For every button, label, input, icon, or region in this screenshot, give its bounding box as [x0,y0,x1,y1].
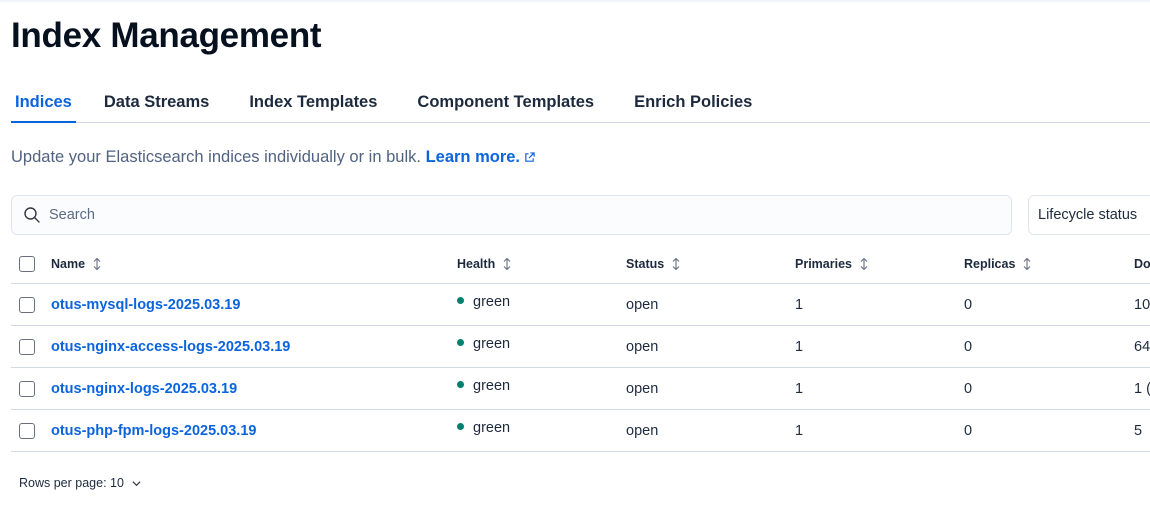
replicas-cell: 0 [964,380,973,397]
health-indicator: green [457,336,510,352]
index-name-link[interactable]: otus-nginx-logs-2025.03.19 [51,381,237,397]
column-header-health-label: Health [457,257,496,271]
external-link-icon [525,152,535,162]
primaries-cell: 1 [795,338,804,355]
column-header-replicas-label: Replicas [964,257,1016,271]
health-dot-icon [457,339,464,346]
lifecycle-status-filter[interactable]: Lifecycle status [1028,195,1150,235]
docs-cell: 5 [1134,422,1143,439]
table-header-row: Name Health Status Primaries Replicas Do [11,245,1150,284]
health-text: green [473,335,511,352]
health-text: green [473,293,511,310]
search-icon [24,207,40,223]
index-name-link[interactable]: otus-php-fpm-logs-2025.03.19 [51,423,256,439]
primaries-cell: 1 [795,296,804,313]
status-cell: open [626,296,659,313]
docs-cell: 64 [1134,338,1150,355]
tab-component-templates[interactable]: Component Templates [413,84,598,122]
column-header-status-label: Status [626,257,665,271]
index-name-link[interactable]: otus-nginx-access-logs-2025.03.19 [51,339,290,355]
page-title: Index Management [11,16,322,55]
row-checkbox[interactable] [19,338,35,355]
sort-icon [1024,257,1031,271]
search-box [11,195,1012,235]
index-name-link[interactable]: otus-mysql-logs-2025.03.19 [51,297,240,313]
row-checkbox[interactable] [19,422,35,439]
replicas-cell: 0 [964,422,973,439]
rows-per-page-selector[interactable]: Rows per page: 10 [19,476,142,490]
learn-more-link[interactable]: Learn more. [426,148,535,166]
replicas-cell: 0 [964,338,973,355]
column-header-name-label: Name [51,257,86,271]
rows-per-page-label: Rows per page: 10 [19,476,124,490]
top-border [0,0,1150,2]
health-indicator: green [457,420,510,436]
docs-cell: 10 [1134,296,1150,313]
column-header-status[interactable]: Status [626,245,682,283]
chevron-down-icon [132,480,141,486]
indices-table: Name Health Status Primaries Replicas Do… [11,245,1150,452]
tab-enrich-policies[interactable]: Enrich Policies [630,84,756,122]
table-row: otus-nginx-logs-2025.03.19 green open 1 … [11,368,1150,410]
column-header-primaries-label: Primaries [795,257,852,271]
health-text: green [473,377,511,394]
column-header-primaries[interactable]: Primaries [795,245,870,283]
status-cell: open [626,422,659,439]
page-description: Update your Elasticsearch indices indivi… [11,148,535,167]
replicas-cell: 0 [964,296,973,313]
column-header-replicas[interactable]: Replicas [964,245,1033,283]
search-input[interactable] [49,207,989,223]
select-all-checkbox[interactable] [19,256,35,272]
health-dot-icon [457,381,464,388]
tab-indices[interactable]: Indices [11,84,76,123]
health-text: green [473,419,511,436]
status-cell: open [626,338,659,355]
column-header-name[interactable]: Name [51,245,103,283]
column-header-health[interactable]: Health [457,245,513,283]
table-row: otus-php-fpm-logs-2025.03.19 green open … [11,410,1150,452]
health-dot-icon [457,423,464,430]
tab-index-templates[interactable]: Index Templates [245,84,381,122]
docs-cell: 1 ( [1134,380,1150,397]
status-cell: open [626,380,659,397]
sort-icon [860,257,868,271]
row-checkbox[interactable] [19,380,35,397]
table-row: otus-nginx-access-logs-2025.03.19 green … [11,326,1150,368]
primaries-cell: 1 [795,422,804,439]
column-header-docs[interactable]: Do [1134,245,1150,283]
row-checkbox[interactable] [19,296,35,313]
table-row: otus-mysql-logs-2025.03.19 green open 1 … [11,284,1150,326]
health-dot-icon [457,297,464,304]
sort-icon [672,257,680,271]
sort-icon [93,257,101,271]
tab-data-streams[interactable]: Data Streams [100,84,213,122]
health-indicator: green [457,378,510,394]
description-text: Update your Elasticsearch indices indivi… [11,148,421,166]
learn-more-label: Learn more. [425,148,521,166]
primaries-cell: 1 [795,380,804,397]
sort-icon [503,257,511,271]
health-indicator: green [457,294,510,310]
tab-bar: Indices Data Streams Index Templates Com… [11,84,1150,123]
